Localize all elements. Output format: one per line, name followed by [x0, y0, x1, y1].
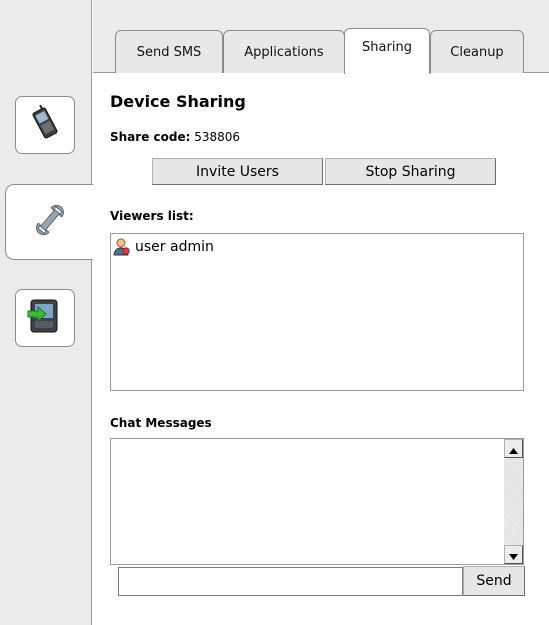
viewers-list-label: Viewers list: [110, 209, 194, 223]
device-transfer-icon [25, 296, 65, 340]
tab-send-sms[interactable]: Send SMS [115, 30, 223, 73]
sidebar-item-device[interactable] [15, 96, 75, 154]
send-button[interactable]: Send [463, 566, 525, 596]
tab-applications[interactable]: Applications [223, 30, 345, 73]
viewer-name: user admin [135, 239, 214, 255]
tab-bar: Send SMS Applications Sharing Cleanup [93, 0, 549, 74]
tab-label: Applications [244, 44, 324, 60]
chat-scrollbar[interactable] [504, 439, 523, 564]
scroll-down-button[interactable] [504, 545, 523, 564]
page-title: Device Sharing [110, 92, 246, 111]
list-item[interactable]: user admin [113, 238, 214, 256]
viewers-list[interactable]: user admin [110, 233, 524, 391]
wrench-icon [30, 200, 70, 244]
arrow-down-icon [509, 545, 518, 564]
sidebar [0, 0, 93, 625]
tab-cleanup[interactable]: Cleanup [430, 30, 524, 73]
tab-label: Cleanup [450, 44, 504, 60]
share-code-value: 538806 [194, 130, 241, 144]
tab-label: Send SMS [136, 44, 202, 60]
mobile-phone-icon [28, 104, 62, 145]
scroll-up-button[interactable] [504, 439, 523, 458]
chat-messages-area[interactable] [110, 438, 524, 565]
arrow-up-icon [509, 439, 518, 458]
chat-messages-label: Chat Messages [110, 416, 212, 430]
tab-sharing[interactable]: Sharing [344, 28, 430, 74]
invite-users-button[interactable]: Invite Users [152, 158, 323, 185]
sharing-panel: Device Sharing Share code: 538806 Invite… [93, 73, 549, 625]
tab-label: Sharing [362, 40, 412, 55]
sidebar-item-transfer[interactable] [15, 289, 75, 347]
share-code: Share code: 538806 [110, 130, 240, 144]
sidebar-item-tools[interactable] [5, 184, 93, 260]
stop-sharing-button[interactable]: Stop Sharing [325, 158, 496, 185]
share-code-label: Share code: [110, 130, 191, 144]
chat-input[interactable] [118, 567, 463, 596]
user-icon [113, 238, 131, 256]
